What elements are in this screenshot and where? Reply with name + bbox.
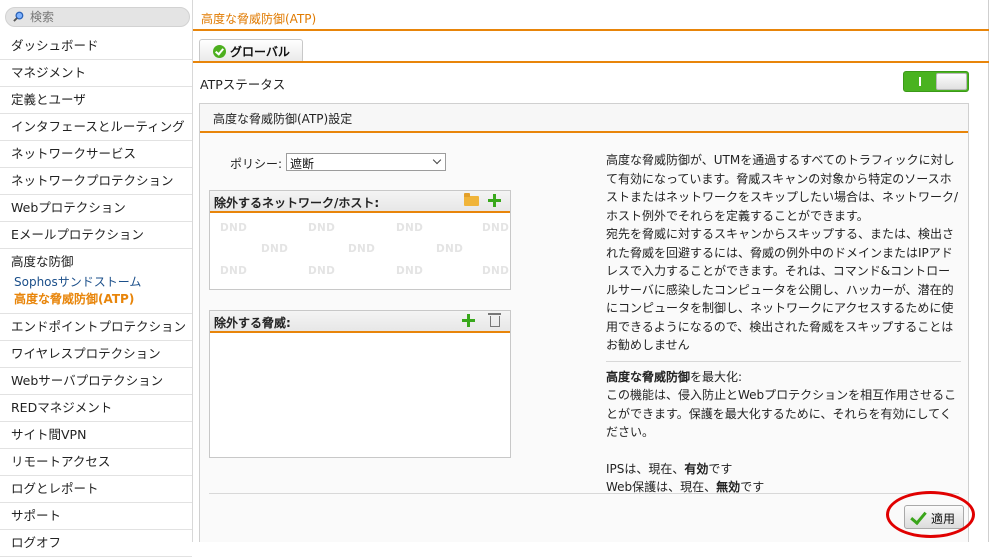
policy-select[interactable]: 遮断	[286, 153, 446, 171]
dnd-placeholder: DND	[482, 265, 510, 277]
exclude-networks-box[interactable]: 除外するネットワーク/ホスト: DND DND DND DND DND DND …	[209, 190, 511, 290]
sidebar-item-site-to-site-vpn[interactable]: サイト間VPN	[0, 422, 192, 449]
panel-header: 高度な脅威防御(ATP)設定	[200, 104, 968, 133]
dnd-placeholder: DND	[220, 265, 248, 277]
checkmark-icon	[910, 507, 927, 526]
ips-status-suffix: です	[708, 461, 733, 476]
web-status-value: 無効	[716, 480, 741, 494]
app-window: ダッシュボード マネジメント 定義とユーザ インタフェースとルーティング ネット…	[0, 0, 989, 557]
sidebar: ダッシュボード マネジメント 定義とユーザ インタフェースとルーティング ネット…	[0, 0, 193, 557]
sidebar-item-network-services[interactable]: ネットワークサービス	[0, 141, 192, 168]
toggle-on-indicator	[919, 77, 921, 86]
check-circle-icon	[213, 45, 226, 58]
web-status-suffix: です	[740, 480, 765, 494]
search-box[interactable]	[5, 7, 190, 27]
sidebar-item-endpoint-protection[interactable]: エンドポイントプロテクション	[0, 314, 192, 341]
chevron-down-icon	[432, 155, 442, 165]
apply-button[interactable]: 適用	[904, 505, 964, 529]
trash-icon[interactable]	[488, 313, 501, 327]
sidebar-item-remote-access[interactable]: リモートアクセス	[0, 449, 192, 476]
dnd-placeholder: DND	[220, 222, 248, 234]
footer-divider	[209, 493, 959, 494]
sidebar-nav: ダッシュボード マネジメント 定義とユーザ インタフェースとルーティング ネット…	[0, 33, 192, 557]
policy-select-value: 遮断	[290, 157, 315, 171]
dnd-placeholder: DND	[396, 222, 424, 234]
dnd-placeholder: DND	[436, 243, 464, 255]
sidebar-item-support[interactable]: サポート	[0, 503, 192, 530]
exclude-threats-box[interactable]: 除外する脅威:	[209, 310, 511, 458]
sidebar-item-web-protection[interactable]: Webプロテクション	[0, 195, 192, 222]
folder-icon[interactable]	[464, 193, 479, 206]
dnd-placeholder: DND	[261, 243, 289, 255]
sidebar-item-dashboard[interactable]: ダッシュボード	[0, 33, 192, 60]
sidebar-item-interfaces-routing[interactable]: インタフェースとルーティング	[0, 114, 192, 141]
add-network-plus-icon[interactable]	[488, 194, 501, 207]
maximize-heading-bold: 高度な脅威防御	[606, 369, 691, 384]
dnd-placeholder: DND	[348, 243, 376, 255]
web-status-prefix: Web保護は、現在、	[606, 480, 717, 494]
sidebar-item-logging-reporting[interactable]: ログとレポート	[0, 476, 192, 503]
sidebar-item-webserver-protection[interactable]: Webサーバプロテクション	[0, 368, 192, 395]
exclude-threats-header: 除外する脅威:	[210, 311, 510, 333]
divider	[606, 360, 961, 362]
sidebar-group-advanced-protection: 高度な防御 Sophosサンドストーム 高度な脅威防御(ATP)	[0, 249, 192, 314]
maximize-heading-suffix: を最大化:	[690, 369, 743, 384]
sidebar-item-advanced-protection[interactable]: 高度な防御	[11, 253, 192, 271]
page-title: 高度な脅威防御(ATP)	[201, 12, 317, 26]
policy-label: ポリシー:	[230, 157, 283, 171]
sidebar-subitem-atp[interactable]: 高度な脅威防御(ATP)	[11, 291, 192, 308]
toggle-knob[interactable]	[936, 73, 967, 90]
tab-global[interactable]: グローバル	[199, 39, 303, 61]
sidebar-item-wireless-protection[interactable]: ワイヤレスプロテクション	[0, 341, 192, 368]
sidebar-item-management[interactable]: マネジメント	[0, 60, 192, 87]
search-input[interactable]	[30, 9, 180, 25]
description-paragraph: 高度な脅威防御が、UTMを通過するすべてのトラフィックに対して有効になっています…	[606, 153, 959, 223]
description-paragraph: 宛先を脅威に対するスキャンからスキップする、または、検出された脅威を回避するには…	[606, 227, 955, 352]
sidebar-item-network-protection[interactable]: ネットワークプロテクション	[0, 168, 192, 195]
dnd-placeholder: DND	[482, 222, 510, 234]
panel-title: 高度な脅威防御(ATP)設定	[213, 112, 353, 126]
exclude-networks-header: 除外するネットワーク/ホスト:	[210, 191, 510, 213]
sidebar-item-definitions-users[interactable]: 定義とユーザ	[0, 87, 192, 114]
atp-settings-panel: 高度な脅威防御(ATP)設定 ポリシー: 遮断 除外するネットワーク/ホスト: …	[199, 103, 969, 542]
exclude-threats-title: 除外する脅威:	[214, 316, 291, 330]
search-icon	[13, 11, 24, 22]
dnd-placeholder: DND	[308, 222, 336, 234]
exclude-networks-title: 除外するネットワーク/ホスト:	[214, 196, 380, 210]
sidebar-item-red-management[interactable]: REDマネジメント	[0, 395, 192, 422]
page-header: 高度な脅威防御(ATP)	[193, 7, 989, 31]
apply-button-label: 適用	[931, 512, 956, 526]
dnd-placeholder: DND	[396, 265, 424, 277]
tab-bar: グローバル	[193, 39, 989, 63]
sidebar-item-email-protection[interactable]: Eメールプロテクション	[0, 222, 192, 249]
tab-label: グローバル	[230, 45, 290, 59]
atp-status-label: ATPステータス	[200, 77, 286, 92]
sidebar-item-logoff[interactable]: ログオフ	[0, 530, 192, 557]
description-paragraph: この機能は、侵入防止とWebプロテクションを相互作用させることができます。保護を…	[606, 388, 957, 439]
atp-status-toggle[interactable]	[903, 71, 969, 92]
ips-status-value: 有効	[684, 461, 709, 476]
maximize-heading: 高度な脅威防御を最大化:	[606, 368, 961, 387]
add-threat-plus-icon[interactable]	[462, 314, 475, 327]
sidebar-subitem-sandstorm[interactable]: Sophosサンドストーム	[11, 274, 192, 291]
dnd-placeholder: DND	[308, 265, 336, 277]
ips-status-line: IPSは、現在、有効です	[606, 460, 961, 479]
description: 高度な脅威防御が、UTMを通過するすべてのトラフィックに対して有効になっています…	[606, 151, 961, 497]
ips-status-prefix: IPSは、現在、	[606, 461, 685, 476]
